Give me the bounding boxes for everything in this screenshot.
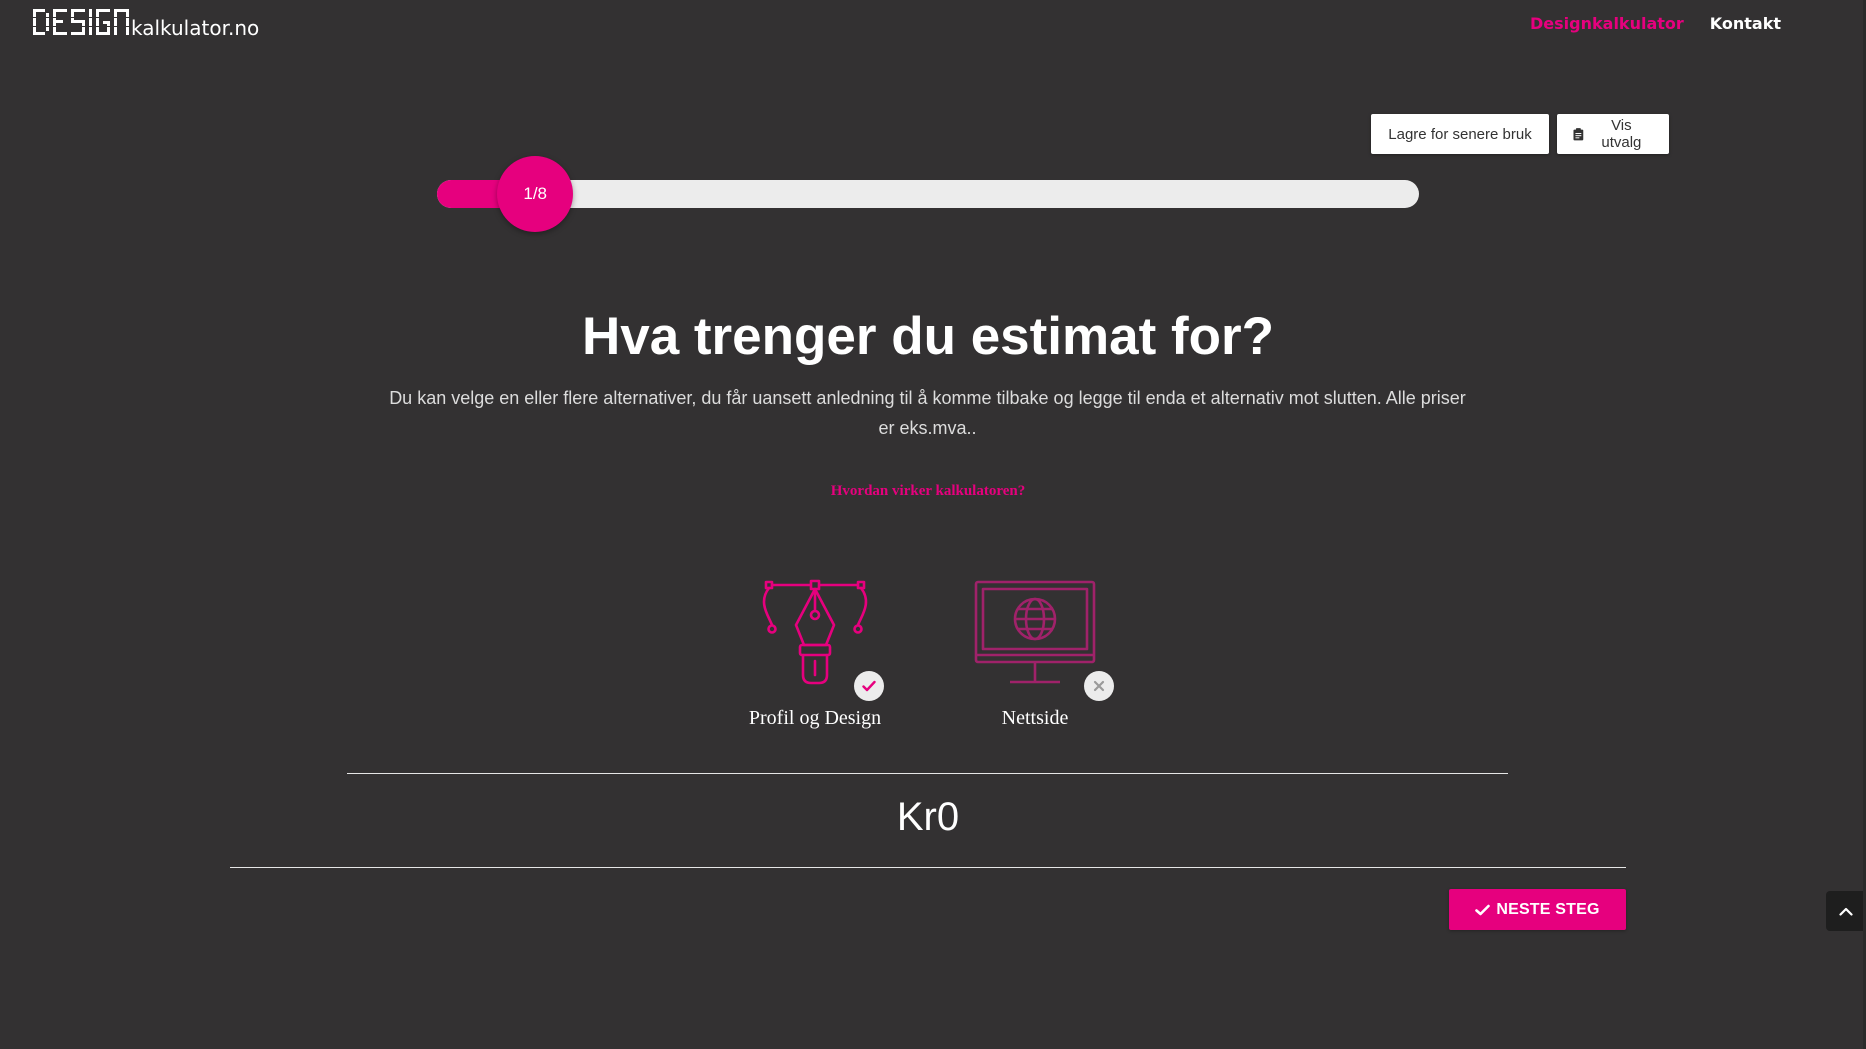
check-icon [862, 680, 876, 692]
price-total: Kr0 [896, 795, 960, 839]
scroll-to-top-button[interactable] [1826, 891, 1866, 931]
logo-text: kalkulator.no [131, 16, 260, 40]
save-for-later-label: Lagre for senere bruk [1388, 125, 1532, 143]
nav-designkalkulator[interactable]: Designkalkulator [1530, 14, 1684, 33]
price-divider-bottom [230, 867, 1626, 868]
selected-badge [854, 671, 884, 701]
nav-kontakt[interactable]: Kontakt [1710, 14, 1781, 33]
design-logo-mark [33, 9, 129, 35]
main-nav: Designkalkulator Kontakt [1530, 14, 1781, 33]
view-selection-button[interactable]: Vis utvalg [1557, 114, 1669, 154]
view-selection-label: Vis utvalg [1601, 117, 1642, 151]
next-step-label: NESTE STEG [1496, 900, 1600, 918]
option-label: Nettside [1001, 707, 1069, 729]
close-icon [1093, 680, 1105, 692]
how-it-works-link[interactable]: Hvordan virker kalkulatoren? [0, 483, 1856, 500]
unselected-badge [1084, 671, 1114, 701]
progress-bar: 1/8 [437, 156, 1419, 232]
next-step-button[interactable]: NESTE STEG [1449, 889, 1626, 930]
chevron-up-icon [1839, 907, 1853, 916]
page-title: Hva trenger du estimat for? [581, 307, 1275, 366]
progress-indicator: 1/8 [497, 156, 574, 232]
progress-label: 1/8 [523, 184, 547, 203]
clipboard-icon [1573, 127, 1584, 140]
save-for-later-button[interactable]: Lagre for senere bruk [1371, 114, 1549, 154]
page-subtitle: Du kan velge en eller flere alternativer… [389, 388, 1466, 438]
site-logo[interactable]: kalkulator.no [33, 9, 260, 40]
price-divider-top [347, 773, 1508, 774]
option-label: Profil og Design [748, 707, 882, 729]
site-header: kalkulator.no Designkalkulator Kontakt [0, 0, 1866, 60]
check-icon [1475, 904, 1491, 915]
